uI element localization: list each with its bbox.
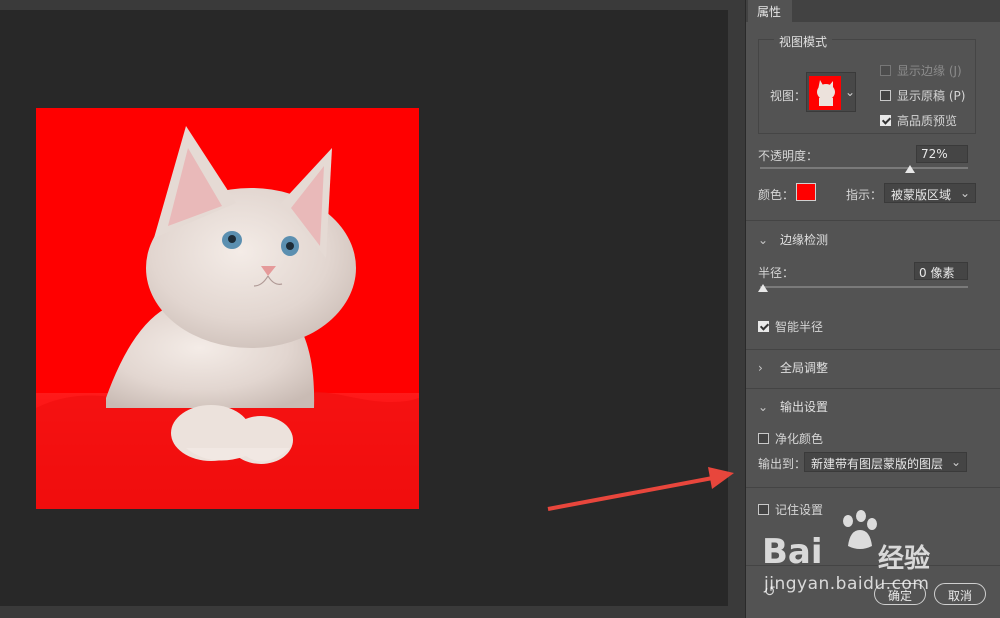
- output-to-dropdown[interactable]: 新建带有图层蒙版的图层 ⌄: [804, 452, 967, 472]
- hq-preview-label: 高品质预览: [897, 114, 958, 128]
- view-thumbnail: [809, 76, 841, 110]
- edge-detection-header[interactable]: ⌄ 边缘检测: [758, 231, 828, 248]
- global-refine-title: 全局调整: [780, 361, 829, 375]
- output-settings-header[interactable]: ⌄ 输出设置: [758, 398, 828, 415]
- opacity-slider-track[interactable]: [760, 167, 968, 169]
- view-mode-group-label: 视图模式: [774, 33, 833, 50]
- cancel-button[interactable]: 取消: [934, 583, 986, 605]
- show-edge-option: 显示边缘 (J): [880, 62, 962, 79]
- show-original-checkbox[interactable]: [880, 90, 891, 101]
- show-edge-label: 显示边缘 (J): [897, 64, 962, 78]
- hq-preview-option[interactable]: 高品质预览: [880, 112, 957, 129]
- chevron-down-icon: ⌄: [758, 233, 769, 247]
- kitten-illustration: [36, 126, 419, 509]
- divider: [746, 487, 1000, 488]
- indicates-dropdown[interactable]: 被蒙版区域 ⌄: [884, 183, 976, 203]
- indicates-value: 被蒙版区域: [891, 188, 952, 202]
- pointer-arrow-icon: [547, 467, 734, 511]
- smart-radius-label: 智能半径: [775, 320, 824, 334]
- remember-settings-option[interactable]: 记住设置: [758, 501, 823, 518]
- show-edge-checkbox: [880, 65, 891, 76]
- radius-slider-thumb[interactable]: [758, 284, 768, 292]
- decontaminate-option[interactable]: 净化颜色: [758, 430, 823, 447]
- panel-tab-bar: 属性: [746, 0, 1000, 22]
- reset-icon[interactable]: ↺: [764, 584, 776, 600]
- remember-settings-label: 记住设置: [775, 503, 824, 517]
- chevron-right-icon: ›: [758, 361, 763, 375]
- canvas-scrollbar-vertical[interactable]: [728, 0, 745, 618]
- divider: [746, 349, 1000, 350]
- chevron-down-icon: ⌄: [950, 455, 961, 469]
- show-original-option[interactable]: 显示原稿 (P): [880, 87, 965, 104]
- output-to-label: 输出到：: [758, 457, 807, 471]
- opacity-slider-thumb[interactable]: [904, 165, 915, 173]
- remember-settings-checkbox[interactable]: [758, 504, 769, 515]
- kitten-image-preview[interactable]: [36, 108, 419, 509]
- indicates-label: 指示：: [846, 188, 883, 202]
- output-settings-title: 输出设置: [780, 400, 829, 414]
- divider: [746, 565, 1000, 566]
- document-top-strip: [0, 0, 745, 10]
- show-original-label: 显示原稿 (P): [897, 89, 966, 103]
- decontaminate-label: 净化颜色: [775, 432, 824, 446]
- smart-radius-option[interactable]: 智能半径: [758, 318, 823, 335]
- view-label: 视图：: [770, 89, 807, 103]
- canvas-scrollbar-horizontal[interactable]: [0, 606, 728, 618]
- radius-slider-track[interactable]: [760, 286, 968, 288]
- tab-properties[interactable]: 属性: [748, 0, 792, 22]
- divider: [746, 388, 1000, 389]
- overlay-color-swatch[interactable]: [796, 183, 816, 201]
- chevron-down-icon: ⌄: [845, 85, 856, 99]
- thumbnail-kitten-icon: [817, 80, 835, 106]
- radius-label: 半径：: [758, 266, 795, 280]
- smart-radius-checkbox[interactable]: [758, 321, 769, 332]
- view-thumbnail-select[interactable]: ⌄: [806, 72, 856, 112]
- opacity-input[interactable]: 72%: [916, 145, 968, 163]
- global-refine-header[interactable]: › 全局调整: [758, 359, 828, 376]
- ok-button[interactable]: 确定: [874, 583, 926, 605]
- chevron-down-icon: ⌄: [959, 186, 970, 200]
- hq-preview-checkbox[interactable]: [880, 115, 891, 126]
- properties-panel: 属性 视图模式 视图： ⌄ 显示边缘 (J) 显示原稿 (P) 高品质预览 不透…: [745, 0, 1000, 618]
- edge-detection-title: 边缘检测: [780, 233, 829, 247]
- chevron-down-icon: ⌄: [758, 400, 769, 414]
- opacity-label: 不透明度：: [758, 149, 819, 163]
- output-to-value: 新建带有图层蒙版的图层: [811, 457, 944, 471]
- decontaminate-checkbox[interactable]: [758, 433, 769, 444]
- divider: [746, 220, 1000, 221]
- color-label: 颜色：: [758, 188, 795, 202]
- radius-input[interactable]: 0 像素: [914, 262, 968, 280]
